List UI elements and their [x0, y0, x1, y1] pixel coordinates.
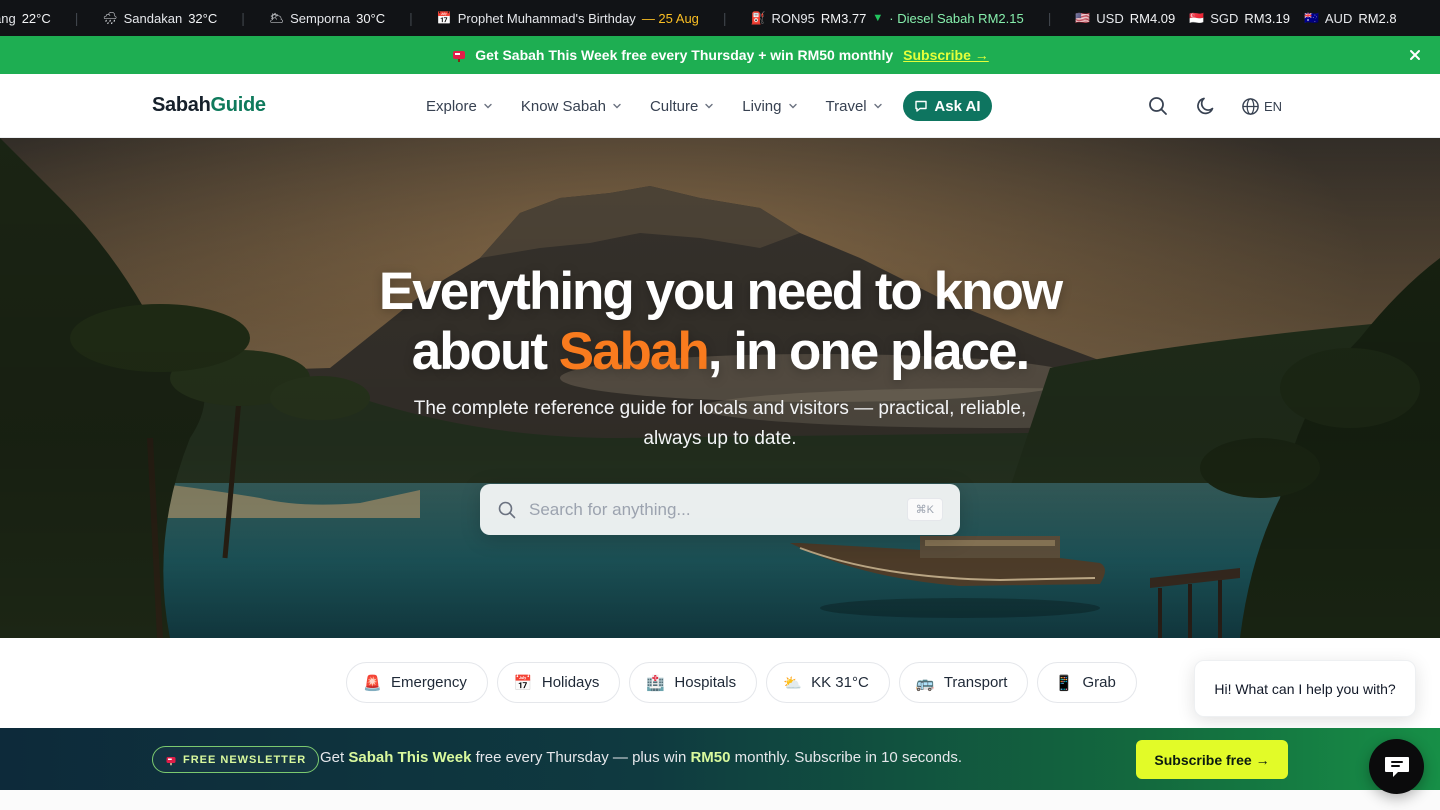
- nav-living[interactable]: Living: [742, 98, 797, 115]
- ticker-fuel-item: ⛽ RON95 RM3.77 ▼ · Diesel Sabah RM2.15: [750, 10, 1024, 26]
- globe-icon: [1241, 97, 1260, 116]
- ticker-divider: |: [241, 10, 245, 26]
- chevron-down-icon: [704, 101, 714, 111]
- quick-link-hospitals[interactable]: 🏥 Hospitals: [629, 662, 758, 703]
- sg-flag-icon: 🇸🇬: [1189, 11, 1205, 25]
- ticker-holiday-item: 📅 Prophet Muhammad's Birthday — 25 Aug: [436, 10, 699, 26]
- newsletter-text: Get Sabah This Week free every Thursday …: [320, 749, 962, 766]
- chat-launcher-button[interactable]: [1369, 739, 1424, 794]
- ticker-currency-item: 🇸🇬 SGD RM3.19: [1189, 10, 1290, 26]
- page-continuation: [0, 790, 1440, 810]
- quick-links: 🚨 Emergency 📅 Holidays 🏥 Hospitals ⛅ KK 31°C…: [346, 662, 1137, 703]
- nav-know-sabah[interactable]: Know Sabah: [521, 98, 622, 115]
- site-header: SabahGuide Explore Know Sabah Culture Li…: [0, 74, 1440, 138]
- moon-icon[interactable]: [1195, 95, 1217, 117]
- siren-icon: 🚨: [363, 674, 382, 692]
- hero-search-input[interactable]: [529, 499, 907, 520]
- nav-travel[interactable]: Travel: [826, 98, 883, 115]
- mailbox-icon: [165, 754, 177, 766]
- phone-icon: 📱: [1054, 674, 1074, 692]
- calendar-icon: 📅: [513, 674, 533, 692]
- au-flag-icon: 🇦🇺: [1303, 11, 1319, 25]
- hero-search-bar[interactable]: ⌘K: [480, 484, 960, 535]
- ticker-divider: |: [1047, 10, 1052, 26]
- search-icon: [497, 500, 517, 520]
- language-switcher[interactable]: EN: [1241, 95, 1282, 117]
- chevron-down-icon: [788, 101, 798, 111]
- mailbox-icon: [451, 47, 467, 63]
- chevron-down-icon: [483, 101, 493, 111]
- rain-cloud-icon: 🌧: [102, 11, 118, 25]
- site-logo[interactable]: SabahGuide: [152, 94, 266, 117]
- quick-link-transport[interactable]: 🚌 Transport: [898, 662, 1029, 703]
- trend-down-icon: ▼: [872, 12, 884, 24]
- chat-greeting-bubble[interactable]: Hi! What can I help you with?: [1194, 660, 1416, 717]
- ticker-divider: |: [74, 10, 79, 26]
- calendar-icon: 📅: [436, 11, 452, 25]
- promo-banner: Get Sabah This Week free every Thursday …: [0, 36, 1440, 74]
- newsletter-badge: FREE NEWSLETTER: [152, 746, 320, 773]
- partly-cloudy-icon: 🌥: [268, 11, 285, 25]
- bus-icon: 🚌: [915, 674, 935, 692]
- quick-link-grab[interactable]: 📱 Grab: [1037, 662, 1137, 703]
- hospital-icon: 🏥: [646, 674, 666, 692]
- main-nav: Explore Know Sabah Culture Living Travel: [426, 90, 883, 122]
- hero-title: Everything you need to know about Sabah,…: [378, 262, 1063, 381]
- hero-background-image: [0, 138, 1440, 638]
- ticker-weather-item: 🌧 Sandakan 32°C: [102, 10, 218, 26]
- ticker-currency-item: 🇦🇺 AUD RM2.8: [1303, 10, 1397, 26]
- ticker-divider: |: [409, 10, 413, 26]
- ticker-weather-item: 🌥 Semporna 30°C: [268, 10, 386, 26]
- newsletter-bar: FREE NEWSLETTER Get Sabah This Week free…: [0, 728, 1440, 790]
- ask-ai-button[interactable]: Ask AI: [903, 91, 992, 121]
- promo-text: Get Sabah This Week free every Thursday …: [475, 47, 894, 63]
- info-ticker: ang 22°C | 🌧 Sandakan 32°C | 🌥 Semporna …: [0, 0, 1440, 36]
- chat-bubble-icon: [1383, 754, 1411, 780]
- chevron-down-icon: [612, 101, 622, 111]
- ticker-weather-item: ang 22°C: [0, 10, 51, 26]
- fuel-pump-icon: ⛽: [750, 11, 766, 25]
- chat-icon: [914, 99, 928, 113]
- ticker-divider: |: [722, 10, 727, 26]
- quick-link-holidays[interactable]: 📅 Holidays: [496, 662, 621, 703]
- nav-explore[interactable]: Explore: [426, 98, 493, 115]
- close-icon[interactable]: [1406, 46, 1424, 64]
- promo-subscribe-link[interactable]: Subscribe →: [903, 47, 989, 63]
- subscribe-free-button[interactable]: Subscribe free →: [1136, 740, 1288, 779]
- us-flag-icon: 🇺🇸: [1075, 11, 1091, 25]
- search-icon[interactable]: [1147, 95, 1169, 117]
- hero-section: Everything you need to know about Sabah,…: [0, 138, 1440, 638]
- quick-link-emergency[interactable]: 🚨 Emergency: [346, 662, 488, 703]
- partly-cloudy-icon: ⛅: [783, 674, 802, 692]
- ticker-currency-item: 🇺🇸 USD RM4.09: [1075, 10, 1176, 26]
- nav-culture[interactable]: Culture: [650, 98, 714, 115]
- keyboard-shortcut-hint: ⌘K: [906, 498, 943, 521]
- quick-link-weather[interactable]: ⛅ KK 31°C: [766, 662, 890, 703]
- hero-subtitle: The complete reference guide for locals …: [413, 398, 1027, 449]
- chevron-down-icon: [873, 101, 883, 111]
